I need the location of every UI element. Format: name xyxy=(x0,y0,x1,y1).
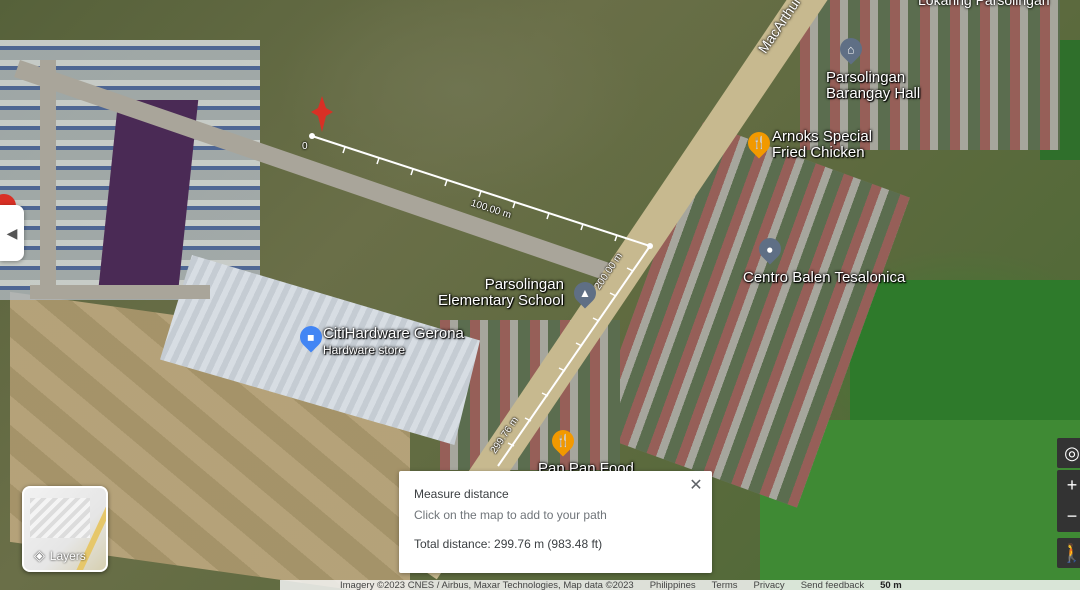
poi-label: Barangay Hall xyxy=(826,85,921,102)
close-icon[interactable]: ✕ xyxy=(685,474,707,496)
measure-distance-card: Measure distance Click on the map to add… xyxy=(399,471,712,573)
pegman-icon[interactable]: 🚶 xyxy=(1057,538,1080,568)
zoom-in-button[interactable]: + xyxy=(1067,470,1078,501)
dropped-pin-icon[interactable] xyxy=(311,96,333,132)
zoom-controls: + − xyxy=(1057,470,1080,532)
map-controls: ◎ + − 🚶 xyxy=(1057,438,1080,570)
measure-hint: Click on the map to add to your path xyxy=(414,508,607,522)
poi-label: Elementary School xyxy=(438,292,564,309)
send-feedback-link[interactable]: Send feedback xyxy=(801,580,864,590)
privacy-link[interactable]: Privacy xyxy=(754,580,785,590)
poi-label: CitiHardware Gerona xyxy=(323,325,464,342)
collapse-side-panel-button[interactable]: ◀ xyxy=(0,205,24,261)
measure-corner-point xyxy=(647,243,653,249)
layers-label: Layers xyxy=(49,548,86,563)
layers-icon: ◈ xyxy=(34,547,45,563)
chevron-left-icon: ◀ xyxy=(6,224,18,241)
country-link[interactable]: Philippines xyxy=(650,580,696,590)
poi-label: Parsolingan xyxy=(826,69,906,86)
measure-start-point xyxy=(309,133,315,139)
distance-label-start: 0 xyxy=(302,141,308,152)
poi-label: Centro Balen Tesalonica xyxy=(743,269,906,286)
measure-total-distance: Total distance: 299.76 m (983.48 ft) xyxy=(414,537,603,551)
zoom-out-button[interactable]: − xyxy=(1067,501,1078,532)
attribution-bar: Imagery ©2023 CNES / Airbus, Maxar Techn… xyxy=(280,580,1080,590)
layers-button[interactable]: ◈ Layers xyxy=(22,486,108,572)
measure-title: Measure distance xyxy=(414,487,509,501)
poi-label: Arnoks Special xyxy=(772,128,873,145)
poi-label: Parsolingan xyxy=(484,276,564,293)
attribution-text: Imagery ©2023 CNES / Airbus, Maxar Techn… xyxy=(340,580,634,590)
terms-link[interactable]: Terms xyxy=(712,580,738,590)
my-location-icon: ◎ xyxy=(1064,442,1080,463)
scale-bar[interactable]: 50 m xyxy=(880,580,902,590)
layers-thumbnail xyxy=(30,498,90,538)
poi-category: Hardware store xyxy=(323,343,406,357)
my-location-button[interactable]: ◎ xyxy=(1057,438,1080,468)
poi-label: Fried Chicken xyxy=(772,144,865,161)
